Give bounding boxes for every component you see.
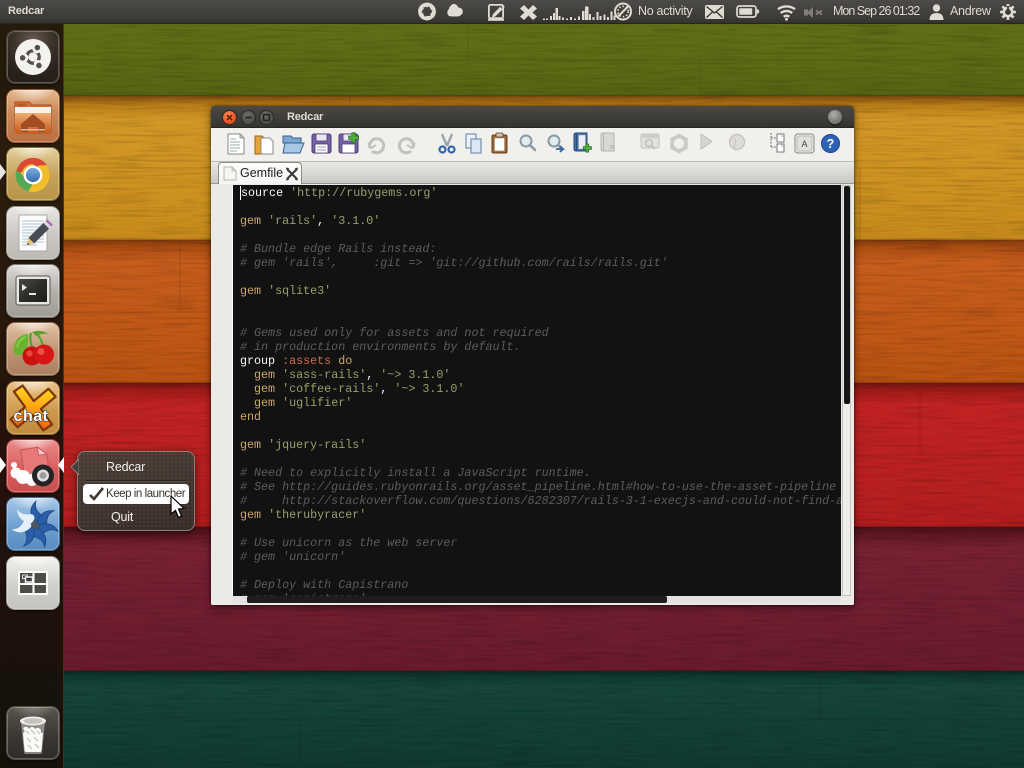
svg-text:?: ? [827,137,835,151]
svg-text:chat: chat [14,408,49,425]
svg-text:A: A [801,139,807,149]
